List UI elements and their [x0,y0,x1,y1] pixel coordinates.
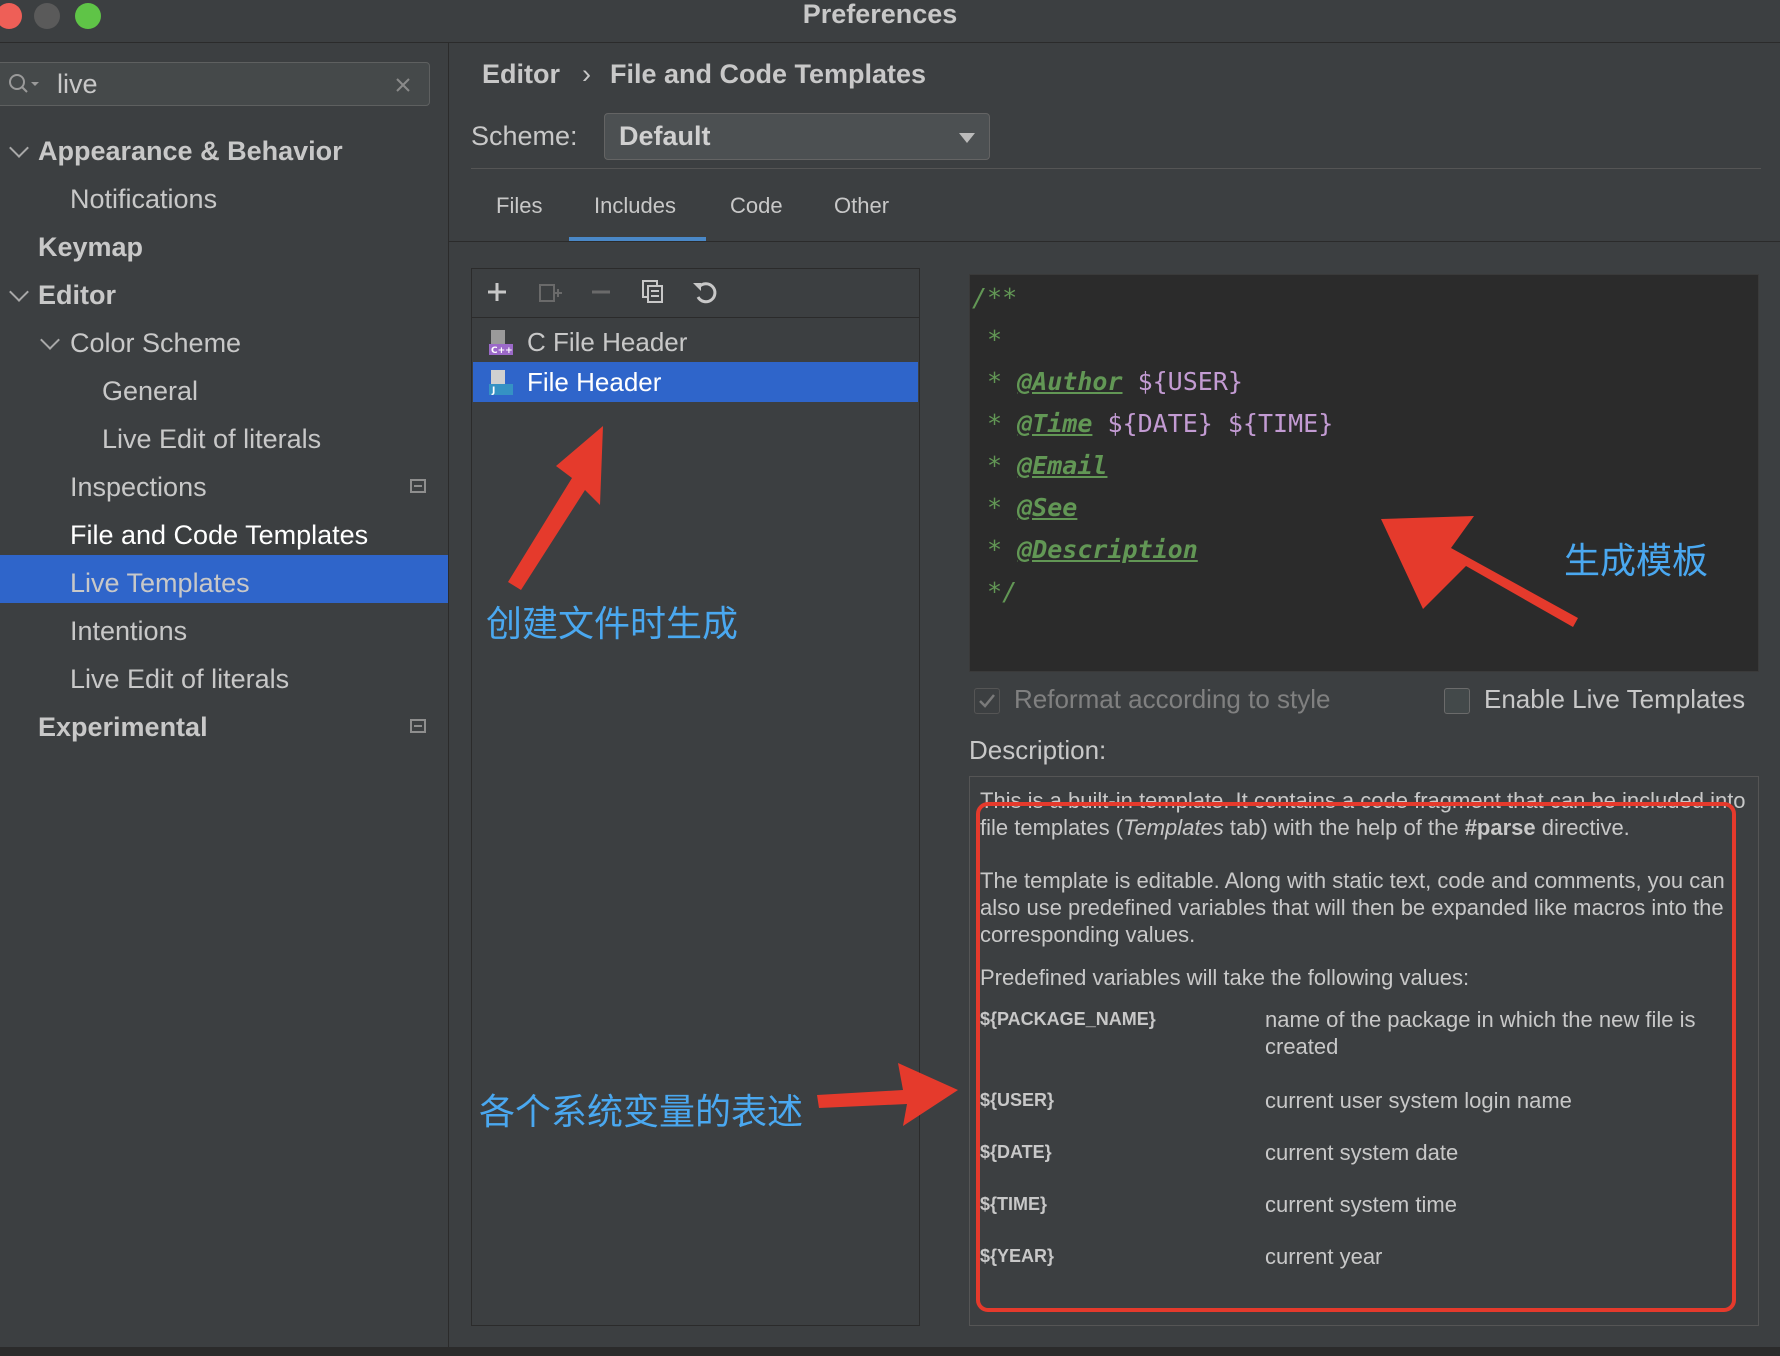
template-list-item-selected[interactable]: J File Header [473,362,918,402]
annotation-highlight-box [976,802,1736,1312]
code-line: * @Time ${DATE} ${TIME} [972,409,1334,438]
tab-divider [449,241,1780,242]
code-line: * @Author ${USER} [972,367,1243,396]
checkmark-icon [979,694,995,708]
search-input-value[interactable]: live [57,69,98,100]
sidebar-item-notifications[interactable]: Notifications [70,175,217,223]
search-icon [9,74,39,93]
enable-live-templates-label: Enable Live Templates [1484,684,1746,714]
annotation-template: 生成模板 [1564,540,1709,581]
c-file-icon: C++ [489,330,513,356]
tab-code[interactable]: Code [730,193,783,219]
reset-icon[interactable] [690,277,720,307]
template-name: C File Header [527,327,688,357]
template-toolbar [472,269,919,318]
chevron-down-icon[interactable] [9,282,29,302]
template-name: File Header [527,367,662,397]
svg-text:C++: C++ [491,346,513,356]
add-icon[interactable] [482,277,512,307]
annotation-variables: 各个系统变量的表述 [479,1091,804,1132]
sidebar-item-editor[interactable]: Editor [38,271,116,319]
sidebar-item-live-edit-literals-2[interactable]: Live Edit of literals [70,655,289,703]
add-child-icon[interactable] [534,277,564,307]
clear-search-icon[interactable] [395,77,411,93]
dropdown-arrow-icon [959,133,975,143]
annotation-created-on-file: 创建文件时生成 [486,603,739,644]
reformat-checkbox[interactable] [974,688,1000,714]
breadcrumb-parent[interactable]: Editor [482,59,560,90]
sidebar-item-live-edit-literals[interactable]: Live Edit of literals [102,415,321,463]
sidebar-item-live-templates[interactable]: Live Templates [70,559,250,607]
java-file-icon: J [489,370,513,396]
sidebar-item-general[interactable]: General [102,367,198,415]
copy-icon[interactable] [638,277,668,307]
code-line: /** [972,283,1018,312]
code-line: * @Description [972,535,1198,564]
sidebar-item-keymap[interactable]: Keymap [38,223,143,271]
tab-other[interactable]: Other [834,193,889,219]
enable-live-templates-checkbox[interactable] [1444,688,1470,714]
project-settings-icon [410,719,426,733]
sidebar-item-appearance-behavior[interactable]: Appearance & Behavior [38,127,343,175]
chevron-down-icon[interactable] [40,330,60,350]
breadcrumb-separator: › [582,59,591,89]
sidebar-item-file-code-templates[interactable]: File and Code Templates [70,511,368,559]
search-field[interactable]: live [0,62,430,106]
remove-icon[interactable] [586,277,616,307]
sidebar-item-experimental[interactable]: Experimental [38,703,208,751]
sidebar-item-intentions[interactable]: Intentions [70,607,187,655]
scheme-dropdown[interactable]: Default [604,113,990,160]
tab-includes[interactable]: Includes [594,193,676,219]
project-settings-icon [410,479,426,493]
description-label: Description: [969,735,1107,765]
code-line: * @Email [972,451,1108,480]
tab-files[interactable]: Files [496,193,542,219]
chevron-down-icon[interactable] [9,138,29,158]
template-code-editor[interactable]: /** * * @Author ${USER} * @Time ${DATE} … [969,274,1759,672]
template-list-item[interactable]: C++ C File Header [473,322,918,362]
breadcrumb-current: File and Code Templates [610,59,927,89]
sidebar-item-inspections[interactable]: Inspections [70,463,207,511]
sidebar-item-color-scheme[interactable]: Color Scheme [70,319,241,367]
separator [471,168,1761,169]
reformat-label: Reformat according to style [1014,684,1331,714]
title-bar: Preferences [0,0,1780,43]
bottom-border [0,1347,1780,1356]
window-title: Preferences [802,0,958,29]
settings-sidebar: live Appearance & Behavior Notifications… [0,43,449,1347]
code-line: * [972,325,1003,354]
scheme-value: Default [619,121,711,151]
code-line: * @See [972,493,1078,522]
template-list-panel: C++ C File Header J File Header [471,268,920,1326]
scheme-label: Scheme: [471,121,578,151]
svg-text:J: J [491,386,495,396]
code-line: */ [972,577,1018,606]
